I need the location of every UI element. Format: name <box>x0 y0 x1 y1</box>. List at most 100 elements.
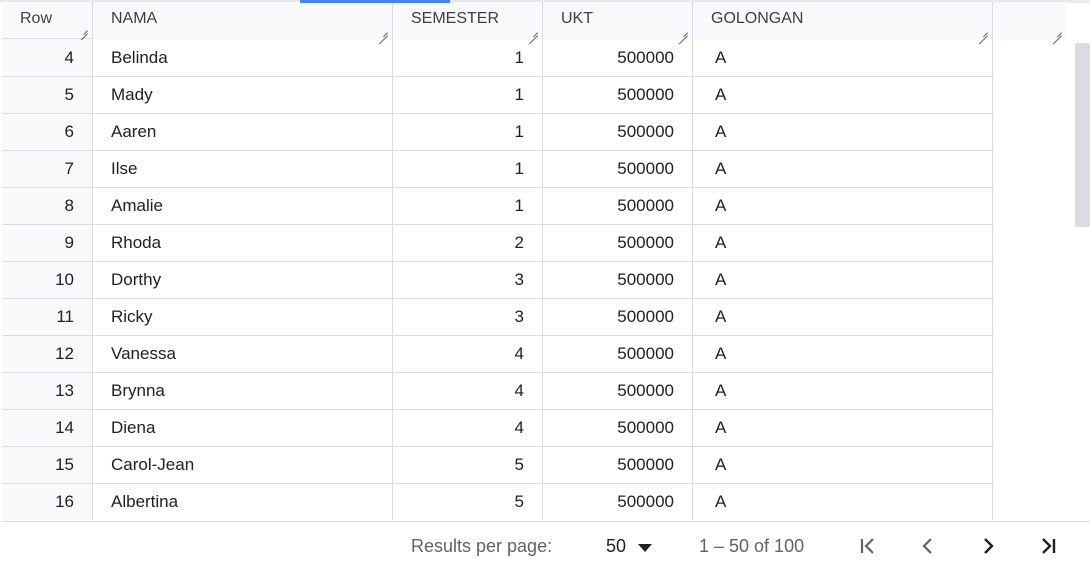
row-number-cell[interactable]: 11 <box>2 299 93 335</box>
column-header-semester[interactable]: SEMESTER <box>393 2 543 40</box>
table-row[interactable]: 5 Mady 1 500000 A <box>2 77 994 114</box>
golongan-cell[interactable]: A <box>693 225 993 261</box>
column-resize-handle[interactable] <box>378 26 388 36</box>
nama-cell[interactable]: Brynna <box>93 373 393 409</box>
nama-cell[interactable]: Diena <box>93 410 393 446</box>
semester-cell[interactable]: 1 <box>393 40 543 76</box>
column-header-ukt[interactable]: UKT <box>543 2 693 40</box>
table-row[interactable]: 6 Aaren 1 500000 A <box>2 114 994 151</box>
previous-page-button[interactable] <box>914 532 942 560</box>
table-row[interactable]: 14 Diena 4 500000 A <box>2 410 994 447</box>
golongan-cell[interactable]: A <box>693 373 993 409</box>
table-row[interactable]: 11 Ricky 3 500000 A <box>2 299 994 336</box>
column-header-nama[interactable]: NAMA <box>93 2 393 40</box>
results-grid: Row NAMA SEMESTER UKT GOLONGAN 4 Belinda 1… <box>2 2 1090 520</box>
ukt-cell[interactable]: 500000 <box>543 373 693 409</box>
ukt-cell[interactable]: 500000 <box>543 262 693 298</box>
row-number-cell[interactable]: 5 <box>2 77 93 113</box>
ukt-cell[interactable]: 500000 <box>543 77 693 113</box>
nama-cell[interactable]: Vanessa <box>93 336 393 372</box>
ukt-cell[interactable]: 500000 <box>543 299 693 335</box>
nama-cell[interactable]: Albertina <box>93 484 393 520</box>
golongan-cell[interactable]: A <box>693 77 993 113</box>
ukt-cell[interactable]: 500000 <box>543 447 693 483</box>
semester-cell[interactable]: 4 <box>393 336 543 372</box>
ukt-cell[interactable]: 500000 <box>543 410 693 446</box>
ukt-cell[interactable]: 500000 <box>543 188 693 224</box>
semester-cell[interactable]: 3 <box>393 299 543 335</box>
table-row[interactable]: 9 Rhoda 2 500000 A <box>2 225 994 262</box>
nama-cell[interactable]: Rhoda <box>93 225 393 261</box>
table-row[interactable]: 15 Carol-Jean 5 500000 A <box>2 447 994 484</box>
row-number-cell[interactable]: 4 <box>2 40 93 76</box>
chevron-right-icon <box>984 538 994 554</box>
column-header-golongan[interactable]: GOLONGAN <box>693 2 993 40</box>
row-number-cell[interactable]: 10 <box>2 262 93 298</box>
golongan-cell[interactable]: A <box>693 410 993 446</box>
row-number-cell[interactable]: 6 <box>2 114 93 150</box>
pagination-range: 1 – 50 of 100 <box>699 536 805 556</box>
golongan-cell[interactable]: A <box>693 484 993 520</box>
nama-cell[interactable]: Belinda <box>93 40 393 76</box>
semester-cell[interactable]: 1 <box>393 151 543 187</box>
semester-cell[interactable]: 1 <box>393 114 543 150</box>
semester-cell[interactable]: 1 <box>393 77 543 113</box>
semester-cell[interactable]: 4 <box>393 410 543 446</box>
row-number-cell[interactable]: 7 <box>2 151 93 187</box>
column-resize-handle[interactable] <box>78 24 88 34</box>
ukt-cell[interactable]: 500000 <box>543 40 693 76</box>
table-row[interactable]: 10 Dorthy 3 500000 A <box>2 262 994 299</box>
last-page-button[interactable] <box>1034 532 1062 560</box>
vertical-scrollbar-thumb[interactable] <box>1075 43 1090 227</box>
results-per-page-select[interactable]: 50 <box>606 536 626 557</box>
nama-cell[interactable]: Amalie <box>93 188 393 224</box>
row-number-cell[interactable]: 13 <box>2 373 93 409</box>
nama-cell[interactable]: Mady <box>93 77 393 113</box>
nama-cell[interactable]: Dorthy <box>93 262 393 298</box>
row-number-cell[interactable]: 12 <box>2 336 93 372</box>
semester-cell[interactable]: 2 <box>393 225 543 261</box>
column-resize-handle[interactable] <box>1052 26 1062 36</box>
golongan-cell[interactable]: A <box>693 299 993 335</box>
ukt-cell[interactable]: 500000 <box>543 114 693 150</box>
golongan-cell[interactable]: A <box>693 188 993 224</box>
column-resize-handle[interactable] <box>978 26 988 36</box>
nama-cell[interactable]: Aaren <box>93 114 393 150</box>
semester-cell[interactable]: 5 <box>393 447 543 483</box>
column-resize-handle[interactable] <box>678 26 688 36</box>
row-number-cell[interactable]: 15 <box>2 447 93 483</box>
semester-cell[interactable]: 4 <box>393 373 543 409</box>
ukt-cell[interactable]: 500000 <box>543 225 693 261</box>
golongan-cell[interactable]: A <box>693 40 993 76</box>
semester-cell[interactable]: 1 <box>393 188 543 224</box>
first-page-button[interactable] <box>854 532 882 560</box>
ukt-cell[interactable]: 500000 <box>543 336 693 372</box>
golongan-cell[interactable]: A <box>693 262 993 298</box>
table-row[interactable]: 13 Brynna 4 500000 A <box>2 373 994 410</box>
table-row[interactable]: 7 Ilse 1 500000 A <box>2 151 994 188</box>
next-page-button[interactable] <box>974 532 1002 560</box>
table-row[interactable]: 16 Albertina 5 500000 A <box>2 484 994 520</box>
semester-cell[interactable]: 3 <box>393 262 543 298</box>
golongan-cell[interactable]: A <box>693 151 993 187</box>
row-number-cell[interactable]: 14 <box>2 410 93 446</box>
row-number-cell[interactable]: 16 <box>2 484 93 520</box>
column-resize-handle[interactable] <box>528 26 538 36</box>
golongan-cell[interactable]: A <box>693 336 993 372</box>
nama-cell[interactable]: Ilse <box>93 151 393 187</box>
nama-cell[interactable]: Carol-Jean <box>93 447 393 483</box>
nama-cell[interactable]: Ricky <box>93 299 393 335</box>
table-row[interactable]: 12 Vanessa 4 500000 A <box>2 336 994 373</box>
ukt-cell[interactable]: 500000 <box>543 484 693 520</box>
column-header-row[interactable]: Row <box>2 2 93 39</box>
row-number-cell[interactable]: 9 <box>2 225 93 261</box>
row-number-cell[interactable]: 8 <box>2 188 93 224</box>
caret-down-icon[interactable] <box>638 544 652 552</box>
golongan-cell[interactable]: A <box>693 447 993 483</box>
golongan-cell[interactable]: A <box>693 114 993 150</box>
results-per-page-label: Results per page: <box>411 536 553 556</box>
table-row[interactable]: 8 Amalie 1 500000 A <box>2 188 994 225</box>
semester-cell[interactable]: 5 <box>393 484 543 520</box>
table-row[interactable]: 4 Belinda 1 500000 A <box>2 40 994 77</box>
ukt-cell[interactable]: 500000 <box>543 151 693 187</box>
